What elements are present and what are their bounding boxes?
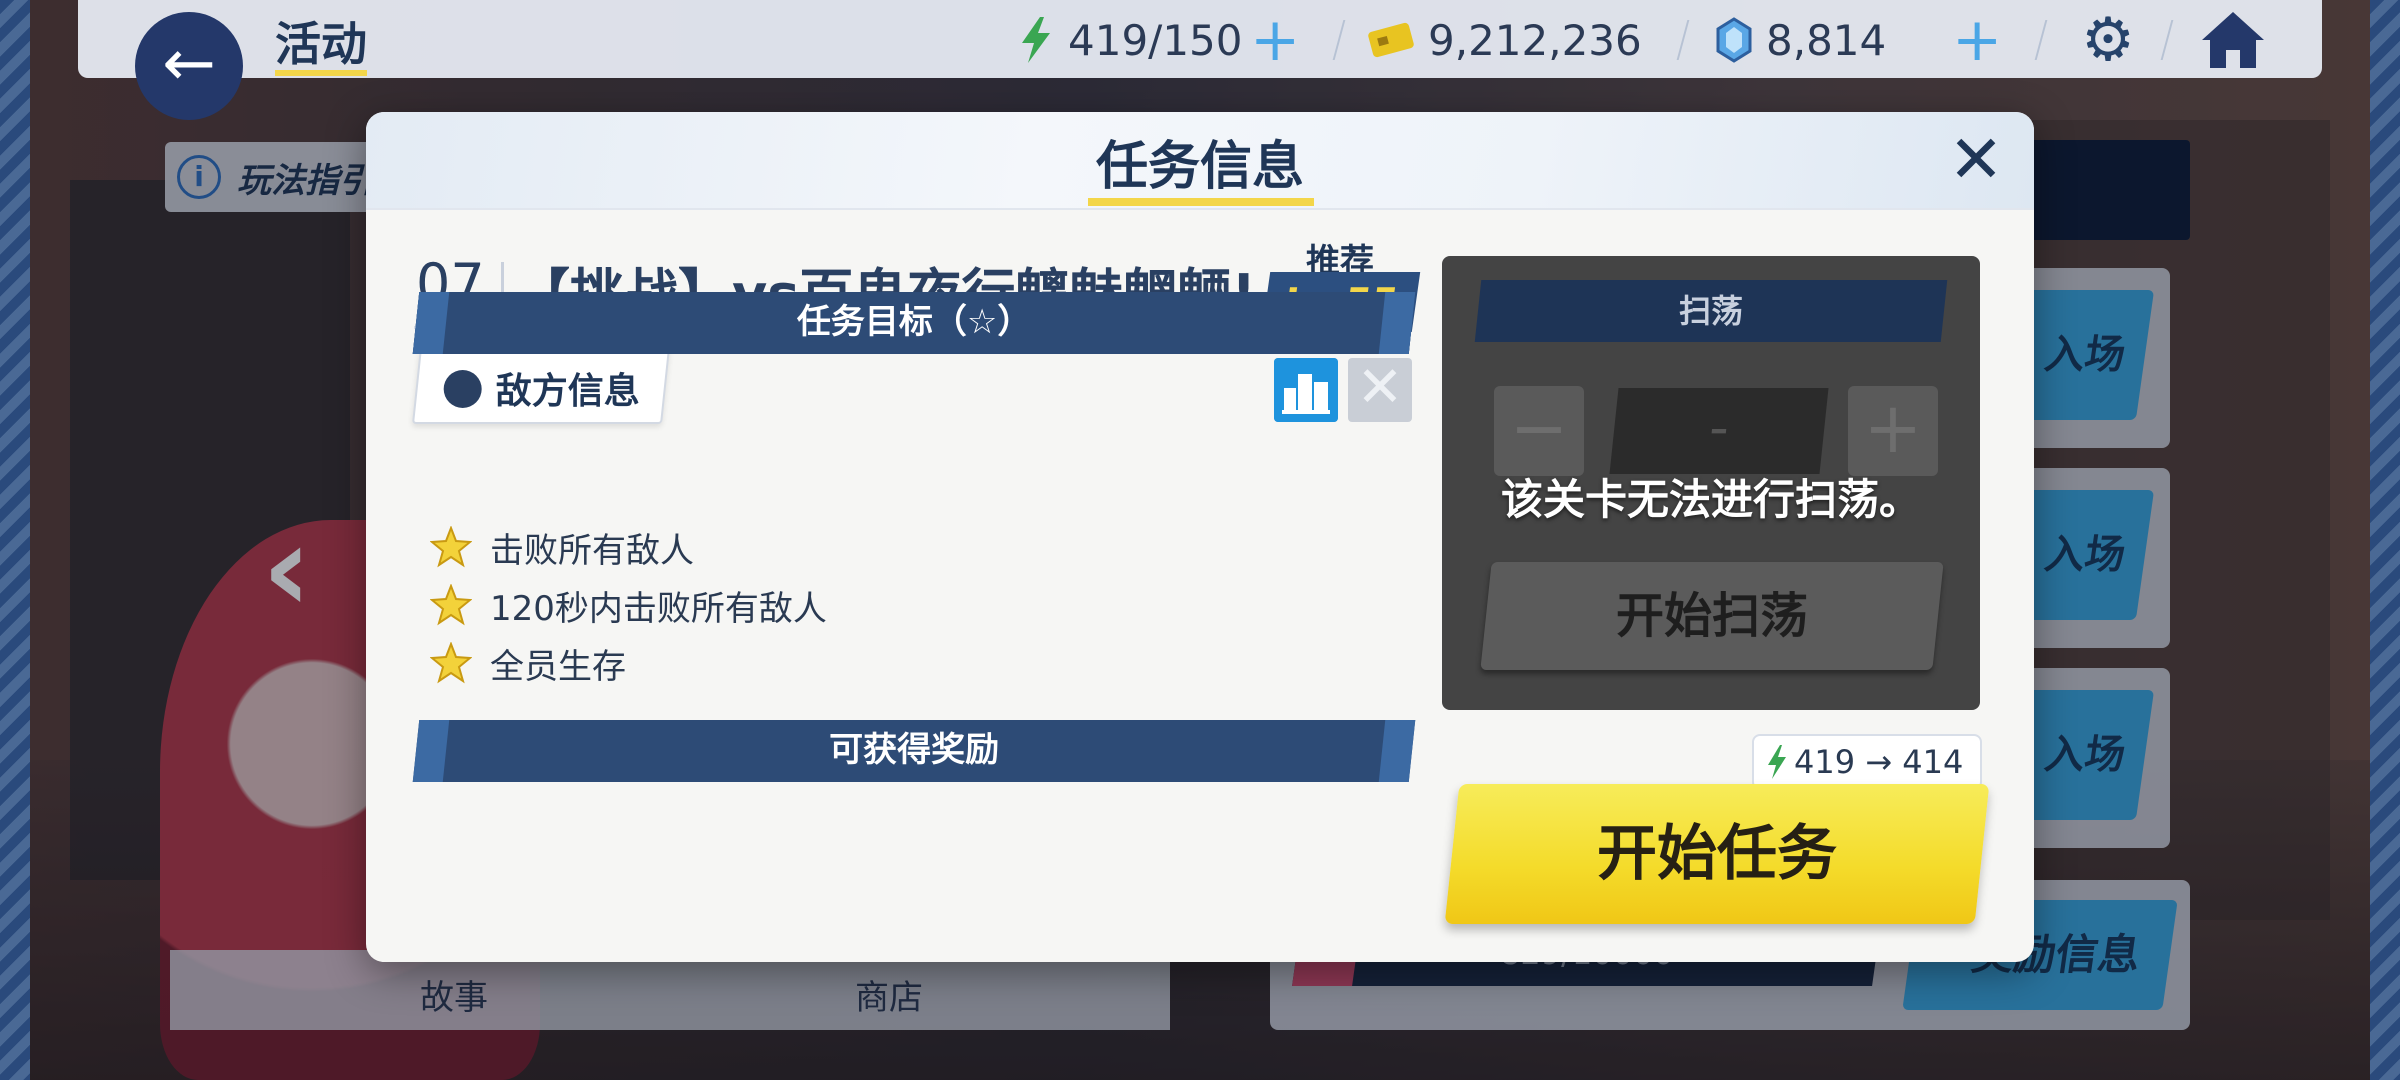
modal-title-underline xyxy=(1088,198,1314,206)
stamina-value: 419/150 xyxy=(1068,15,1243,65)
start-sweep-label: 开始扫荡 xyxy=(1615,588,1808,644)
enemy-icon xyxy=(443,370,482,408)
home-icon[interactable] xyxy=(2200,10,2266,70)
sweep-count: - xyxy=(1609,388,1829,474)
star-icon xyxy=(430,526,472,568)
rewards-header: 可获得奖励 xyxy=(412,720,1416,782)
gems-display: 8,814 xyxy=(1716,12,1886,68)
urban-terrain-icon xyxy=(1274,358,1338,422)
gems-value: 8,814 xyxy=(1766,15,1887,65)
rewards-header-label: 可获得奖励 xyxy=(829,730,1000,770)
close-icon[interactable]: ✕ xyxy=(1944,127,2008,194)
stamina-cost-tooltip: 419 → 414 xyxy=(1752,734,1982,804)
sweep-header: 扫荡 xyxy=(1474,280,1948,342)
modal-title: 任务信息 xyxy=(1095,137,1304,197)
mission-info-modal: 任务信息 ✕ 07 【挑战】vs百鬼夜行魑魅魍魉! 推荐 Lv.55 敌方信息 … xyxy=(366,112,2034,962)
sweep-panel: 扫荡 − - + 该关卡无法进行扫荡。 开始扫荡 xyxy=(1442,256,1980,710)
title-underline xyxy=(275,70,367,76)
star-icon xyxy=(430,642,472,684)
objective-text: 120秒内击败所有敌人 xyxy=(490,588,827,629)
stamina-display: 419/150 xyxy=(1018,12,1242,68)
start-mission-button[interactable]: 开始任务 xyxy=(1444,784,1990,924)
settings-gear-icon[interactable]: ⚙ xyxy=(2076,8,2140,72)
sweep-header-label: 扫荡 xyxy=(1678,292,1743,330)
objective-item: 击败所有敌人 xyxy=(430,522,694,572)
credits-display: 9,212,236 xyxy=(1368,12,1642,68)
objective-item: 120秒内击败所有敌人 xyxy=(430,580,827,630)
objective-item: 全员生存 xyxy=(430,638,626,688)
credit-card-icon xyxy=(1368,22,1414,58)
page-title: 活动 xyxy=(275,17,367,71)
sweep-unavailable-message: 该关卡无法进行扫荡。 xyxy=(1500,475,1921,524)
star-icon xyxy=(430,584,472,626)
disabled-x-icon: ✕ xyxy=(1348,358,1412,422)
add-stamina-button[interactable]: + xyxy=(1250,10,1300,70)
credits-value: 9,212,236 xyxy=(1428,15,1642,65)
enemy-info-button[interactable]: 敌方信息 xyxy=(412,348,670,424)
objectives-header-label: 任务目标（☆） xyxy=(796,302,1032,342)
stamina-bolt-icon xyxy=(1022,17,1050,63)
objectives-header: 任务目标（☆） xyxy=(412,292,1416,354)
start-mission-label: 开始任务 xyxy=(1597,819,1837,889)
add-gems-button[interactable]: + xyxy=(1952,10,2002,70)
objective-text: 全员生存 xyxy=(490,646,626,687)
gem-icon xyxy=(1716,17,1752,63)
stamina-cost-text: 419 → 414 xyxy=(1794,743,1964,781)
back-button[interactable]: ← xyxy=(135,12,243,120)
sweep-minus-button[interactable]: − xyxy=(1494,386,1584,476)
sweep-plus-button[interactable]: + xyxy=(1848,386,1938,476)
start-sweep-button[interactable]: 开始扫荡 xyxy=(1480,562,1944,670)
objective-text: 击败所有敌人 xyxy=(490,530,694,571)
stamina-bolt-icon xyxy=(1768,745,1786,779)
enemy-info-label: 敌方信息 xyxy=(495,371,640,412)
